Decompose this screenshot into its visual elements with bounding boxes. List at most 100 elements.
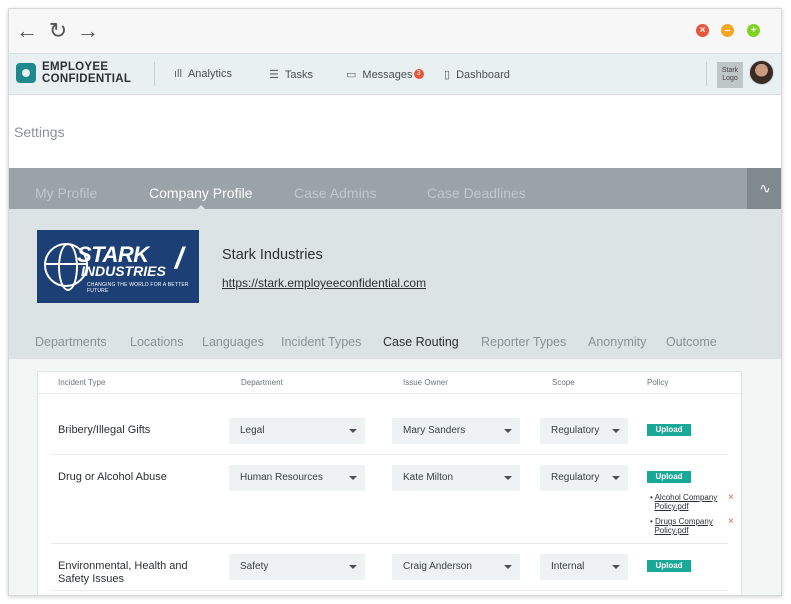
policy-file-link-line2[interactable]: Policy.pdf	[654, 502, 688, 511]
issue-owner-select[interactable]: Mary Sanders	[392, 418, 520, 444]
reload-icon[interactable]: ↻	[46, 19, 70, 43]
nav-messages[interactable]: ▭ Messages 3	[346, 68, 424, 81]
incident-type-cell: Drug or Alcohol Abuse	[58, 471, 167, 483]
subtab-reporter-types[interactable]: Reporter Types	[481, 335, 566, 349]
chevron-down-icon	[612, 476, 620, 480]
settings-bar: Settings	[9, 95, 781, 168]
row-divider	[51, 454, 728, 455]
app-logo-text[interactable]: EMPLOYEE CONFIDENTIAL	[42, 61, 131, 85]
page-title: Settings	[14, 124, 65, 140]
tab-company-profile[interactable]: Company Profile	[149, 185, 253, 211]
clipboard-icon: ▯	[444, 69, 451, 81]
chevron-down-icon	[504, 429, 512, 433]
policy-file-link[interactable]: Drugs Company	[655, 517, 713, 526]
messages-count-badge: 3	[413, 69, 424, 79]
app-header: EMPLOYEE CONFIDENTIAL ıll Analytics ☰ Task…	[9, 53, 781, 95]
company-profile-panel: STARK INDUSTRIES / CHANGING THE WORLD FO…	[9, 209, 781, 359]
header-divider	[154, 62, 155, 86]
subtab-outcome[interactable]: Outcome	[666, 335, 717, 349]
chevron-down-icon	[612, 565, 620, 569]
subtab-incident-types[interactable]: Incident Types	[281, 335, 361, 349]
policy-file-link[interactable]: Alcohol Company	[655, 493, 718, 502]
nav-dashboard[interactable]: ▯ Dashboard	[444, 68, 510, 81]
header-divider-line	[38, 393, 743, 394]
chevron-down-icon	[504, 565, 512, 569]
department-select-value: Legal	[240, 425, 265, 436]
nav-messages-label: Messages	[362, 69, 413, 81]
scope-select-value: Regulatory	[551, 472, 600, 483]
activity-pulse-icon[interactable]: ∿	[747, 168, 781, 209]
subtab-anonymity[interactable]: Anonymity	[588, 335, 646, 349]
policy-file-item: • Drugs Company Policy.pdf	[650, 517, 713, 535]
issue-owner-select[interactable]: Craig Anderson	[392, 554, 520, 580]
row-divider	[51, 543, 728, 544]
nav-analytics[interactable]: ıll Analytics	[174, 68, 232, 80]
chevron-down-icon	[349, 565, 357, 569]
remove-file-icon[interactable]: ×	[728, 492, 734, 503]
nav-analytics-label: Analytics	[187, 68, 232, 80]
case-routing-table: Incident Type Department Issue Owner Sco…	[37, 371, 743, 595]
department-select[interactable]: Safety	[229, 554, 365, 580]
policy-file-item: • Alcohol Company Policy.pdf	[650, 493, 718, 511]
close-window-button[interactable]: ×	[696, 24, 709, 37]
remove-file-icon[interactable]: ×	[728, 516, 734, 527]
forward-arrow-icon[interactable]: →	[76, 19, 100, 43]
chevron-down-icon	[504, 476, 512, 480]
company-name: Stark Industries	[222, 247, 323, 263]
browser-window: ← ↻ → × – + EMPLOYEE CONFIDENTIAL ıll Ana…	[8, 8, 782, 596]
browser-toolbar: ← ↻ → × – +	[9, 9, 781, 53]
incident-type-cell: Environmental, Health and Safety Issues	[58, 560, 188, 586]
stark-industries-logo: STARK INDUSTRIES / CHANGING THE WORLD FO…	[37, 230, 199, 303]
column-header-scope: Scope	[552, 378, 575, 387]
chevron-down-icon	[349, 476, 357, 480]
list-icon: ☰	[269, 69, 279, 81]
nav-dashboard-label: Dashboard	[456, 69, 510, 81]
logo-line-2: CONFIDENTIAL	[42, 73, 132, 85]
department-select[interactable]: Human Resources	[229, 465, 365, 491]
upload-policy-button[interactable]: Upload	[647, 471, 691, 483]
logo-tagline: CHANGING THE WORLD FOR A BETTER FUTURE	[87, 282, 189, 294]
chevron-down-icon	[612, 429, 620, 433]
message-icon: ▭	[346, 69, 357, 81]
subtab-languages[interactable]: Languages	[202, 335, 264, 349]
company-logo-thumbnail[interactable]: Stark Logo	[717, 62, 743, 88]
scope-select[interactable]: Internal	[540, 554, 628, 580]
issue-owner-select-value: Craig Anderson	[403, 561, 472, 572]
tab-my-profile[interactable]: My Profile	[35, 185, 97, 201]
back-arrow-icon[interactable]: ←	[15, 19, 39, 43]
scope-select[interactable]: Regulatory	[540, 418, 628, 444]
issue-owner-select[interactable]: Kate Milton	[392, 465, 520, 491]
issue-owner-select-value: Kate Milton	[403, 472, 454, 483]
department-select[interactable]: Legal	[229, 418, 365, 444]
incident-type-cell: Bribery/Illegal Gifts	[58, 424, 151, 436]
minimize-window-button[interactable]: –	[721, 24, 734, 37]
avatar[interactable]	[749, 60, 774, 85]
employee-confidential-logo-icon[interactable]	[16, 63, 36, 83]
incident-type-line-1: Environmental, Health and	[58, 560, 188, 572]
chevron-down-icon	[349, 429, 357, 433]
column-header-incident-type: Incident Type	[58, 378, 106, 387]
row-divider	[51, 590, 728, 591]
tab-case-deadlines[interactable]: Case Deadlines	[427, 185, 526, 201]
profile-tabs: My Profile Company Profile Case Admins C…	[9, 168, 781, 211]
nav-tasks-label: Tasks	[284, 69, 313, 81]
department-select-value: Human Resources	[240, 472, 323, 483]
column-header-policy: Policy	[647, 378, 669, 387]
scope-select[interactable]: Regulatory	[540, 465, 628, 491]
company-url-link[interactable]: https://stark.employeeconfidential.com	[222, 276, 426, 290]
tab-case-admins[interactable]: Case Admins	[294, 185, 376, 201]
upload-policy-button[interactable]: Upload	[647, 424, 691, 436]
subtab-departments[interactable]: Departments	[35, 335, 107, 349]
subtab-locations[interactable]: Locations	[130, 335, 184, 349]
upload-policy-button[interactable]: Upload	[647, 560, 691, 572]
scope-select-value: Regulatory	[551, 425, 600, 436]
logo-slash-icon: /	[175, 242, 184, 275]
nav-tasks[interactable]: ☰ Tasks	[269, 68, 313, 81]
issue-owner-select-value: Mary Sanders	[403, 425, 466, 436]
column-header-issue-owner: Issue Owner	[403, 378, 448, 387]
subtab-case-routing[interactable]: Case Routing	[383, 335, 459, 349]
maximize-window-button[interactable]: +	[747, 24, 760, 37]
bar-chart-icon: ıll	[174, 68, 182, 80]
policy-file-link-line2[interactable]: Policy.pdf	[654, 526, 688, 535]
header-divider-right	[706, 62, 707, 86]
